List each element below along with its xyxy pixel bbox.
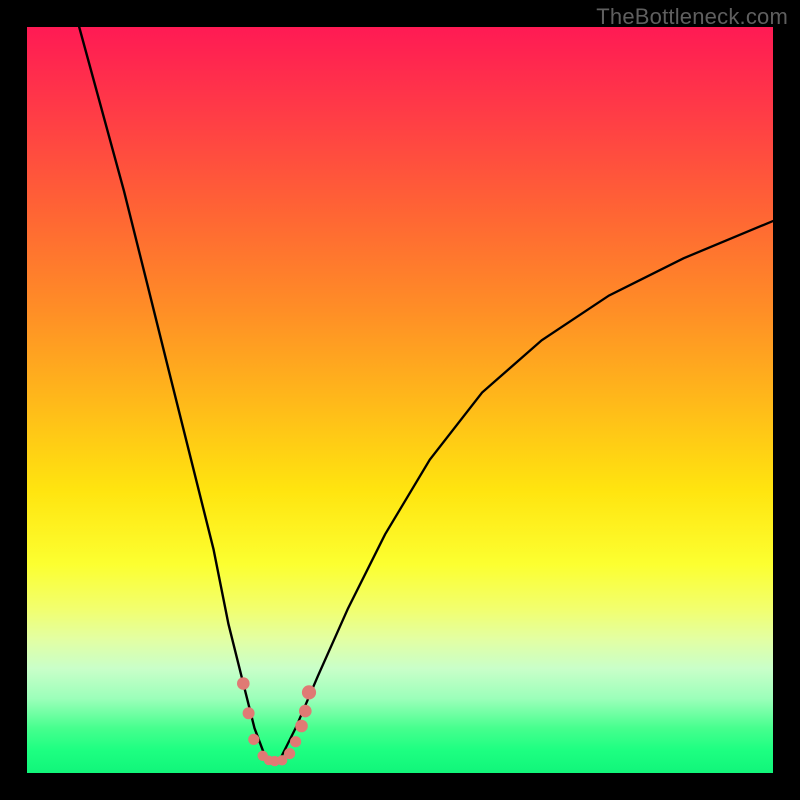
marker-dot [284,748,295,759]
plot-area [27,27,773,773]
marker-dot [299,705,312,718]
chart-frame: TheBottleneck.com [0,0,800,800]
marker-dot [295,720,308,733]
marker-dot [302,685,316,699]
curve-layer [27,27,773,773]
marker-dot [290,736,301,747]
marker-dot [237,677,250,690]
curve-right-branch [281,221,773,758]
curve-left-branch [79,27,266,758]
marker-dot [243,707,255,719]
min-region-markers [237,677,316,766]
marker-dot [248,734,259,745]
